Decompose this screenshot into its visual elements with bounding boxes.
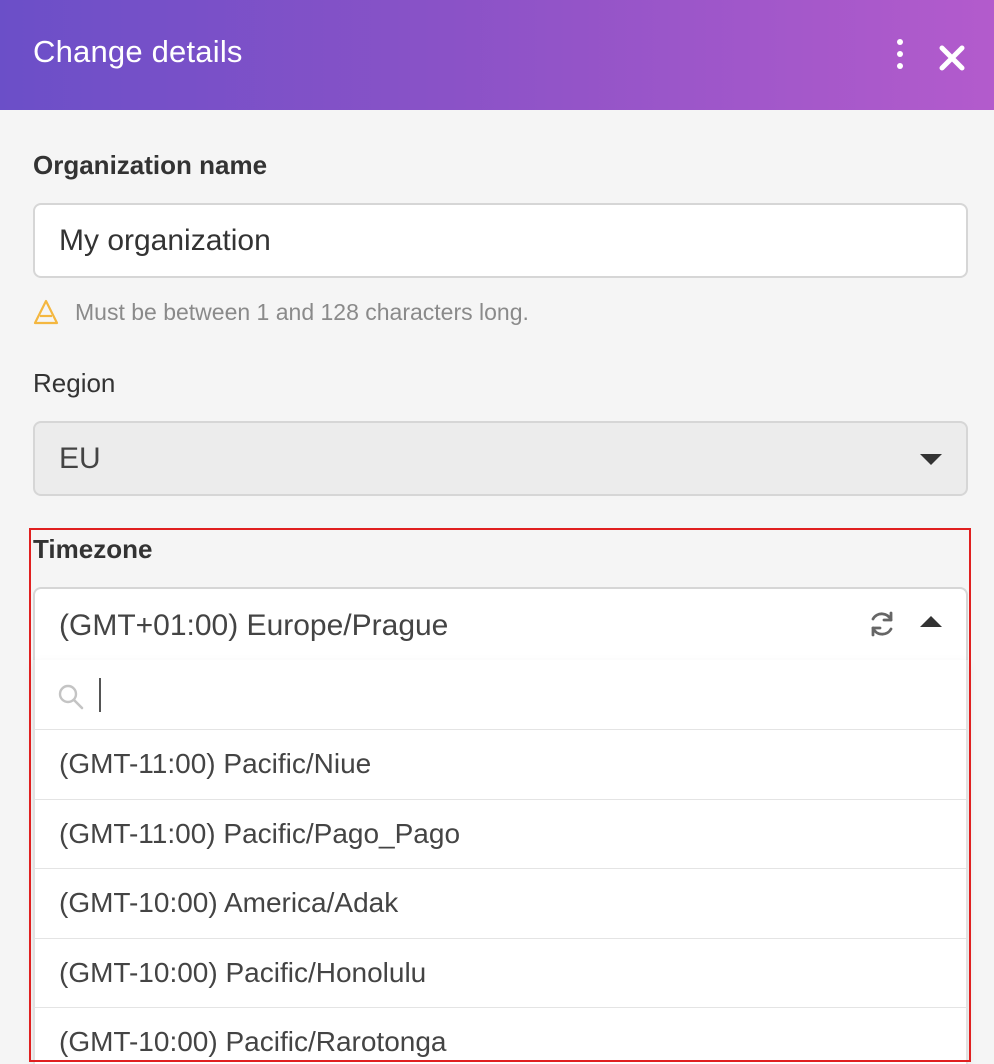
timezone-option[interactable]: (GMT-11:00) Pacific/Niue [35, 730, 966, 800]
caret-down-icon [920, 454, 942, 465]
kebab-dot [897, 63, 903, 69]
kebab-dot [897, 39, 903, 45]
timezone-select[interactable]: (GMT+01:00) Europe/Prague [33, 587, 968, 662]
organization-name-label: Organization name [33, 150, 268, 180]
region-select[interactable]: EU [33, 421, 968, 496]
search-icon [58, 684, 84, 710]
text-cursor [99, 678, 101, 712]
timezone-search[interactable] [35, 660, 966, 730]
region-value: EU [59, 441, 101, 475]
kebab-dot [897, 51, 903, 57]
caret-up-icon[interactable] [920, 616, 942, 627]
region-label: Region [33, 368, 116, 398]
timezone-option[interactable]: (GMT-10:00) America/Adak [35, 869, 966, 939]
organization-name-input[interactable]: My organization [33, 203, 968, 278]
timezone-option[interactable]: (GMT-10:00) Pacific/Honolulu [35, 939, 966, 1008]
timezone-option[interactable]: (GMT-10:00) Pacific/Rarotonga [35, 1008, 966, 1064]
close-icon[interactable] [934, 40, 970, 76]
dialog-header: Change details [0, 0, 994, 110]
hint-text: Must be between 1 and 128 characters lon… [75, 298, 529, 325]
timezone-dropdown: (GMT-11:00) Pacific/Niue (GMT-11:00) Pac… [33, 660, 968, 1064]
timezone-label: Timezone [33, 534, 153, 564]
more-vertical-icon[interactable] [886, 36, 914, 72]
refresh-icon[interactable] [867, 609, 897, 639]
timezone-value: (GMT+01:00) Europe/Prague [59, 608, 449, 642]
organization-name-hint: Must be between 1 and 128 characters lon… [33, 296, 529, 328]
timezone-option[interactable]: (GMT-11:00) Pacific/Pago_Pago [35, 800, 966, 869]
dialog-title: Change details [33, 34, 243, 69]
warning-icon [33, 299, 59, 325]
